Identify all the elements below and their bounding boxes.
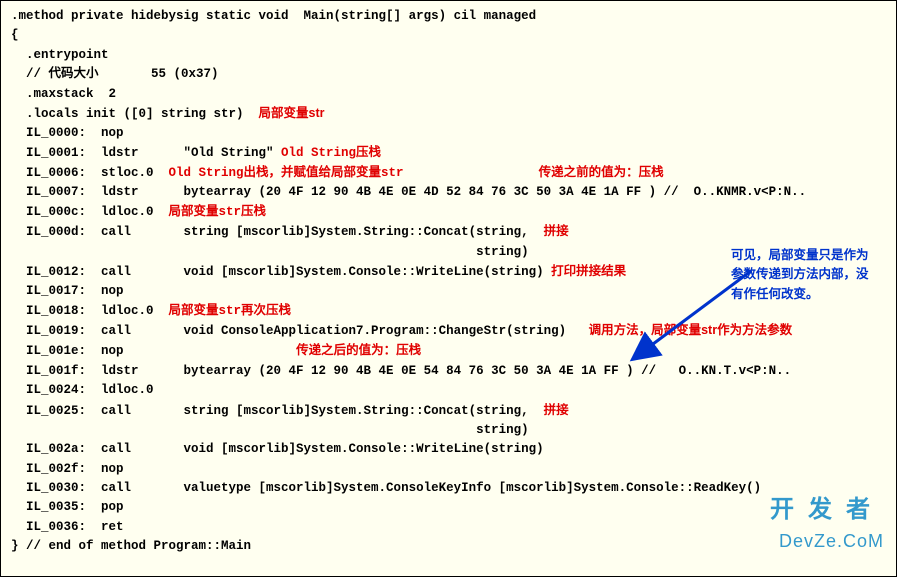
il-0025-b: string): [11, 421, 886, 440]
note-line3: 有作任何改变。: [731, 285, 886, 304]
locals-annotation: 局部变量str: [259, 106, 325, 120]
method-signature: .method private hidebysig static void Ma…: [11, 7, 886, 26]
il-002f: IL_002f: nop: [11, 460, 886, 479]
note-line2: 参数传递到方法内部，没: [731, 265, 886, 284]
il-000c-annotation: 局部变量str压栈: [169, 205, 267, 219]
explanation-callout: 可见，局部变量只是作为 参数传递到方法内部，没 有作任何改变。: [731, 246, 886, 304]
il-000d-annotation: 拼接: [544, 224, 569, 238]
il-000c-code: IL_000c: ldloc.0: [11, 205, 169, 219]
entrypoint: .entrypoint: [11, 46, 886, 65]
il-0024: IL_0024: ldloc.0: [11, 381, 886, 400]
brace-open: {: [11, 26, 886, 45]
watermark-cn: 开发者: [770, 491, 884, 528]
il-0000: IL_0000: nop: [11, 124, 886, 143]
brace-close: } // end of method Program::Main: [11, 537, 886, 556]
il-000d-a: IL_000d: call string [mscorlib]System.St…: [11, 222, 886, 242]
il-0036: IL_0036: ret: [11, 518, 886, 537]
il-0030: IL_0030: call valuetype [mscorlib]System…: [11, 479, 886, 498]
il-001f-caption: 传递之后的值为：压栈: [296, 343, 421, 357]
il-0006-code: IL_0006: stloc.0: [11, 166, 169, 180]
il-0001: IL_0001: ldstr "Old String" Old String压栈: [11, 144, 886, 163]
il-001e-code: IL_001e: nop: [11, 344, 124, 358]
codesize-comment: // 代码大小 55 (0x37): [11, 65, 886, 84]
il-0025-code: IL_0025: call string [mscorlib]System.St…: [11, 404, 544, 418]
il-0001-annotation: Old String压栈: [281, 146, 381, 160]
il-0012-code: IL_0012: call void [mscorlib]System.Cons…: [11, 265, 551, 279]
watermark: 开发者 DevZe.CoM: [770, 491, 884, 556]
il-0025-a: IL_0025: call string [mscorlib]System.St…: [11, 401, 886, 421]
il-0007-caption: 传递之前的值为：压栈: [539, 165, 664, 179]
il-002a: IL_002a: call void [mscorlib]System.Cons…: [11, 440, 886, 459]
il-0019-code: IL_0019: call void ConsoleApplication7.P…: [11, 324, 589, 338]
il-0001-code: IL_0001: ldstr "Old String": [11, 146, 281, 160]
maxstack: .maxstack 2: [11, 85, 886, 104]
note-line1: 可见，局部变量只是作为: [731, 246, 886, 265]
il-0025-annotation: 拼接: [544, 403, 569, 417]
il-0006: IL_0006: stloc.0 Old String出栈，并赋值给局部变量st…: [11, 163, 886, 183]
il-0035: IL_0035: pop: [11, 498, 886, 517]
il-0018-annotation: 局部变量str再次压栈: [169, 304, 292, 318]
il-000c: IL_000c: ldloc.0 局部变量str压栈: [11, 203, 886, 222]
locals: .locals init ([0] string str) 局部变量str: [11, 104, 886, 124]
watermark-en: DevZe.CoM: [770, 528, 884, 556]
il-000d-code: IL_000d: call string [mscorlib]System.St…: [11, 225, 544, 239]
il-0007: IL_0007: ldstr bytearray (20 4F 12 90 4B…: [11, 183, 886, 202]
il-0006-annotation: Old String出栈，并赋值给局部变量str: [169, 166, 404, 180]
il-0012-annotation: 打印拼接结果: [551, 264, 626, 278]
code-panel: .method private hidebysig static void Ma…: [0, 0, 897, 577]
locals-code: .locals init ([0] string str): [11, 107, 259, 121]
il-0018-code: IL_0018: ldloc.0: [11, 304, 169, 318]
